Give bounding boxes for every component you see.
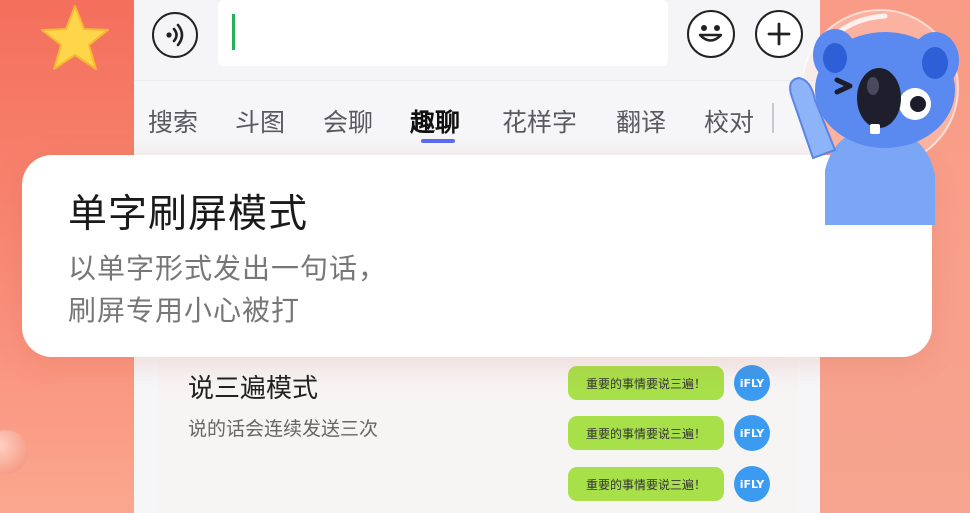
tab-divider [772,103,774,133]
avatar: iFLY [734,415,770,451]
mascot-illustration [789,9,959,225]
input-row [134,0,820,80]
star-icon [41,5,109,70]
tab-search[interactable]: 搜索 [148,103,198,139]
voice-icon [166,23,184,47]
chat-bubble: 重要的事情要说三遍！ [568,467,724,501]
chat-bubble: 重要的事情要说三遍！ [568,366,724,400]
tab-translate[interactable]: 翻译 [616,103,666,139]
tab-proofread[interactable]: 校对 [704,103,756,139]
repeat-mode-description: 说的话会连续发送三次 [188,418,379,440]
message-input[interactable] [218,0,668,66]
tab-stickers[interactable]: 斗图 [235,103,285,139]
card-description-line1: 以单字形式发出一句话， [68,252,388,285]
repeat-mode-panel[interactable]: 说三遍模式 说的话会连续发送三次 重要的事情要说三遍！ iFLY 重要的事情要说… [158,340,798,513]
text-caret [232,14,235,50]
card-description-line2: 刷屏专用小心被打 [68,294,301,327]
voice-button[interactable] [152,12,198,58]
tab-fancy-text[interactable]: 花样字 [502,103,577,139]
card-title: 单字刷屏模式 [68,192,309,237]
chat-bubble: 重要的事情要说三遍！ [568,416,724,450]
tab-bar: 搜索 斗图 会聊 趣聊 花样字 翻译 校对 [134,80,820,155]
tab-fun-chat[interactable]: 趣聊 [410,103,460,139]
emoji-button[interactable] [687,10,735,58]
smiley-icon [698,25,723,42]
tab-smart-chat[interactable]: 会聊 [323,103,373,139]
repeat-mode-title: 说三遍模式 [188,374,319,404]
avatar: iFLY [734,466,770,502]
active-tab-indicator [421,139,455,143]
avatar: iFLY [734,365,770,401]
